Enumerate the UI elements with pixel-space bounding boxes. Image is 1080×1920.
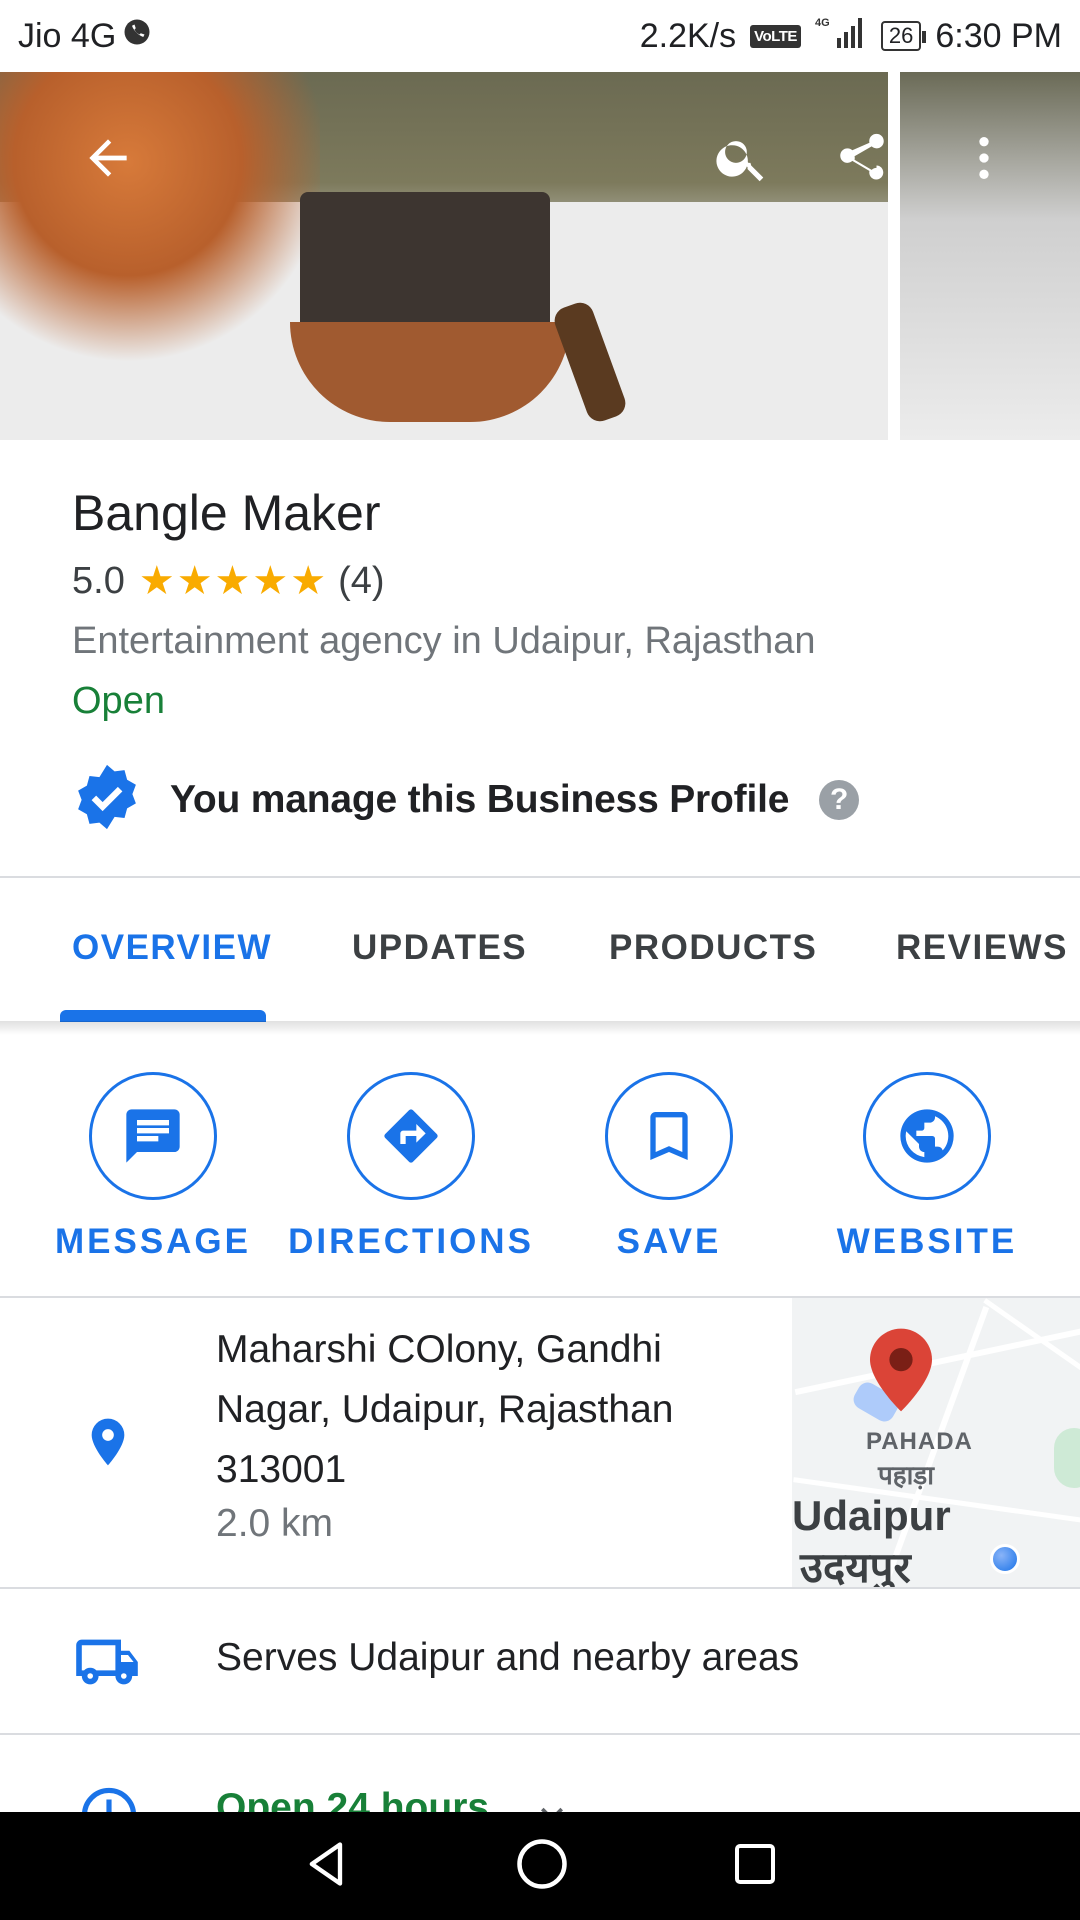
rating-stars: ★★★★★ <box>138 559 329 603</box>
map-city-label-hindi: उदयपुर <box>800 1544 911 1588</box>
whatsapp-icon <box>122 17 152 56</box>
more-options-button[interactable] <box>948 122 1020 194</box>
system-nav-bar <box>0 1812 1080 1920</box>
save-button[interactable]: SAVE <box>569 1072 769 1262</box>
message-button[interactable]: MESSAGE <box>53 1072 253 1262</box>
directions-icon <box>384 1109 438 1163</box>
map-area-label-hindi: पहाड़ा <box>878 1460 934 1490</box>
website-label: WEBSITE <box>836 1222 1018 1261</box>
nav-recents-icon[interactable] <box>731 1840 779 1893</box>
directions-button[interactable]: DIRECTIONS <box>288 1072 531 1262</box>
map-marker-icon <box>870 1328 932 1417</box>
map-park <box>1054 1428 1080 1488</box>
tab-updates[interactable]: UPDATES <box>352 928 527 968</box>
manage-profile-text: You manage this Business Profile <box>170 777 790 821</box>
tab-bar: OVERVIEW UPDATES PRODUCTS REVIEWS <box>0 878 1080 1022</box>
tab-bar-shadow <box>0 1021 1080 1035</box>
svg-text:4G: 4G <box>815 17 830 29</box>
signal-icon: 4G <box>815 14 867 59</box>
verified-badge-icon <box>72 762 142 837</box>
share-icon <box>840 133 884 180</box>
back-arrow-icon <box>89 139 127 177</box>
status-bar: Jio 4G 2.2K/s VoLTE 4G 26 6:30 PM <box>0 0 1080 72</box>
back-button[interactable] <box>72 122 144 194</box>
more-vert-icon <box>979 137 989 179</box>
message-label: MESSAGE <box>54 1222 252 1261</box>
divider <box>0 1733 1080 1735</box>
map-thumbnail[interactable]: PAHADA पहाड़ा Udaipur उदयपुर <box>792 1298 1080 1588</box>
volte-badge: VoLTE <box>750 24 801 48</box>
battery-indicator: 26 <box>880 21 927 51</box>
tab-overview[interactable]: OVERVIEW <box>72 928 272 968</box>
search-button[interactable] <box>706 122 778 194</box>
network-speed: 2.2K/s <box>639 16 737 55</box>
bookmark-icon <box>650 1112 688 1160</box>
clock: 6:30 PM <box>935 16 1062 55</box>
map-city-label: Udaipur <box>792 1492 951 1539</box>
website-button[interactable]: WEBSITE <box>827 1072 1027 1262</box>
location-pin-icon <box>80 1410 136 1479</box>
message-icon <box>126 1109 180 1163</box>
save-label: SAVE <box>616 1222 722 1261</box>
globe-icon <box>900 1109 954 1163</box>
manage-profile-row[interactable]: You manage this Business Profile ? <box>72 762 860 837</box>
carrier-label: Jio 4G <box>18 16 117 55</box>
nav-home-icon[interactable] <box>515 1837 569 1896</box>
search-icon <box>716 141 764 182</box>
place-category: Entertainment agency in Udaipur, Rajasth… <box>72 620 816 662</box>
distance-text: 2.0 km <box>216 1502 334 1545</box>
service-area-text: Serves Udaipur and nearby areas <box>216 1636 800 1679</box>
rating-row[interactable]: 5.0 ★★★★★ (4) <box>72 558 385 604</box>
nav-back-icon[interactable] <box>301 1838 353 1895</box>
review-count[interactable]: (4) <box>338 560 384 603</box>
tab-products[interactable]: PRODUCTS <box>609 928 817 968</box>
current-location-dot <box>990 1544 1020 1574</box>
open-status: Open <box>72 680 165 722</box>
share-button[interactable] <box>826 122 898 194</box>
address-text[interactable]: Maharshi COlony, Gandhi Nagar, Udaipur, … <box>216 1320 776 1500</box>
delivery-truck-icon <box>72 1634 142 1695</box>
map-area-label: PAHADA <box>866 1428 973 1455</box>
help-icon[interactable]: ? <box>819 779 860 820</box>
tab-reviews[interactable]: REVIEWS <box>896 928 1068 968</box>
place-title: Bangle Maker <box>72 485 381 541</box>
photo-carousel[interactable] <box>0 72 1080 440</box>
directions-label: DIRECTIONS <box>288 1222 534 1261</box>
divider <box>0 1587 1080 1589</box>
rating-value: 5.0 <box>72 559 125 602</box>
